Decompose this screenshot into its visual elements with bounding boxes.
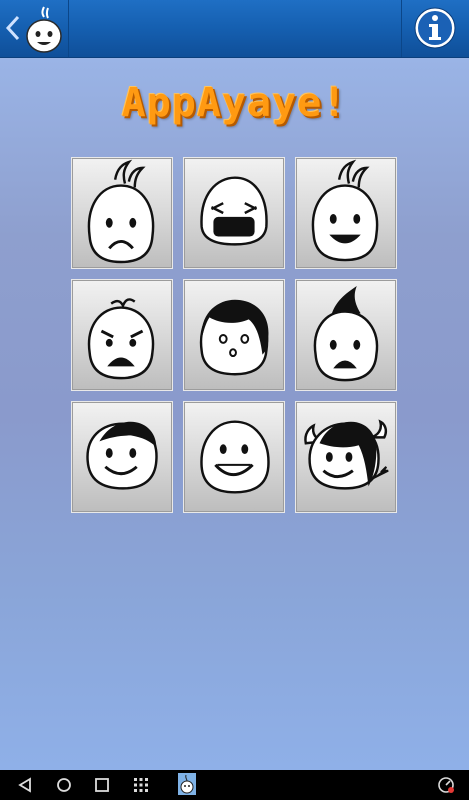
face-tile-3[interactable] bbox=[295, 157, 397, 269]
back-button[interactable] bbox=[0, 0, 69, 57]
devil-horns-smile-face-icon bbox=[304, 419, 389, 490]
closed-eyes-yawn-face-icon bbox=[200, 176, 268, 246]
spiky-hair-frown-face-icon bbox=[87, 159, 155, 264]
home-icon[interactable] bbox=[54, 775, 74, 795]
spiky-hair-smile-face-icon bbox=[311, 159, 379, 262]
face-tile-2[interactable] bbox=[183, 157, 285, 269]
face-tile-4[interactable] bbox=[71, 279, 173, 391]
action-bar bbox=[0, 0, 469, 58]
chevron-left-icon bbox=[5, 15, 20, 41]
side-hair-smile-face-icon bbox=[86, 421, 158, 490]
app-title: AppAyaye! bbox=[121, 80, 348, 126]
face-tile-7[interactable] bbox=[71, 401, 173, 513]
face-tile-6[interactable] bbox=[295, 279, 397, 391]
face-grid bbox=[71, 157, 399, 517]
system-nav-bar bbox=[0, 770, 469, 800]
back-icon[interactable] bbox=[16, 775, 36, 795]
info-button[interactable] bbox=[401, 0, 469, 57]
data-saver-icon bbox=[438, 777, 454, 793]
face-tile-1[interactable] bbox=[71, 157, 173, 269]
face-mascot-icon bbox=[26, 6, 62, 53]
apps-grid-icon[interactable] bbox=[131, 775, 151, 795]
face-tile-8[interactable] bbox=[183, 401, 285, 513]
bob-hair-surprised-face-icon bbox=[199, 299, 269, 376]
big-smile-face-icon bbox=[200, 420, 270, 494]
face-tile-5[interactable] bbox=[183, 279, 285, 391]
recents-icon[interactable] bbox=[92, 775, 112, 795]
app-notification-icon[interactable] bbox=[178, 773, 196, 795]
angry-tuft-face-icon bbox=[87, 298, 155, 380]
info-icon bbox=[414, 7, 456, 49]
face-tile-9[interactable] bbox=[295, 401, 397, 513]
mohawk-sad-face-icon bbox=[313, 285, 379, 382]
